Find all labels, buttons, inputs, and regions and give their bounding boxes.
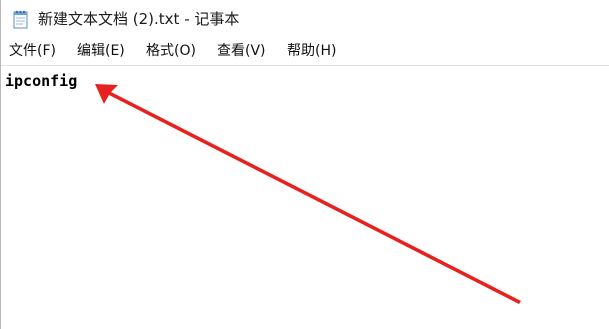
menu-bar: 文件(F) 编辑(E) 格式(O) 查看(V) 帮助(H) bbox=[1, 38, 609, 66]
menu-edit[interactable]: 编辑(E) bbox=[77, 41, 125, 61]
menu-view[interactable]: 查看(V) bbox=[217, 41, 266, 61]
editor-content: ipconfig bbox=[5, 72, 78, 90]
notepad-window: 新建文本文档 (2).txt - 记事本 文件(F) 编辑(E) 格式(O) 查… bbox=[0, 0, 609, 329]
title-bar[interactable]: 新建文本文档 (2).txt - 记事本 bbox=[1, 0, 609, 38]
notepad-icon bbox=[12, 9, 30, 29]
text-editor-area[interactable]: ipconfig bbox=[1, 66, 609, 329]
menu-help[interactable]: 帮助(H) bbox=[287, 41, 336, 61]
menu-format[interactable]: 格式(O) bbox=[146, 41, 196, 61]
menu-file[interactable]: 文件(F) bbox=[9, 41, 56, 61]
window-title: 新建文本文档 (2).txt - 记事本 bbox=[38, 10, 240, 28]
